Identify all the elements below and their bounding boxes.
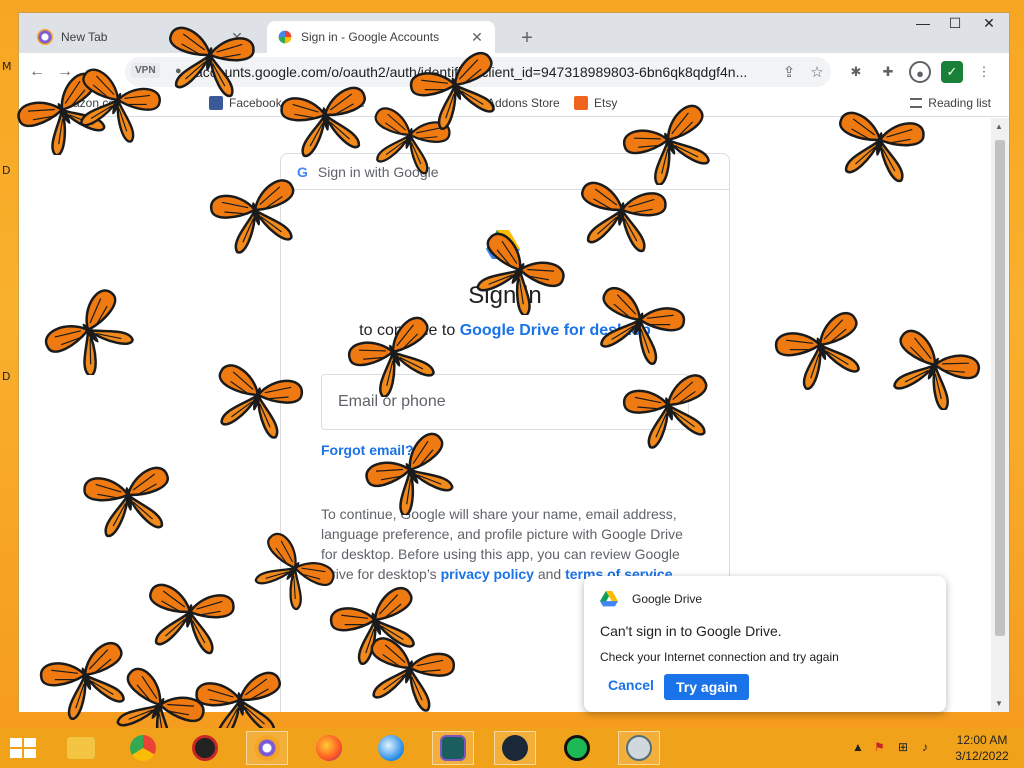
butterfly-decoration bbox=[68, 65, 164, 145]
file-explorer-icon[interactable] bbox=[60, 731, 102, 765]
google-drive-icon bbox=[600, 591, 618, 607]
consent-text: To continue, Google will share your name… bbox=[321, 504, 691, 584]
butterfly-decoration bbox=[771, 308, 870, 390]
butterfly-decoration bbox=[830, 109, 927, 185]
bookmark-star-icon[interactable]: ☆ bbox=[803, 63, 831, 81]
bookmark-etsy[interactable]: Etsy bbox=[574, 96, 617, 110]
extensions-puzzle-icon[interactable]: ✚ bbox=[877, 61, 899, 83]
thunderbird-icon[interactable] bbox=[370, 731, 412, 765]
steam-icon[interactable] bbox=[494, 731, 536, 765]
scroll-up-icon[interactable]: ▲ bbox=[995, 122, 1003, 131]
close-window-button[interactable]: ✕ bbox=[973, 15, 1005, 37]
maximize-button[interactable]: ☐ bbox=[939, 15, 971, 37]
scroll-down-icon[interactable]: ▼ bbox=[995, 699, 1003, 708]
butterfly-decoration bbox=[590, 283, 689, 365]
network-icon[interactable]: ⊞ bbox=[898, 740, 908, 754]
butterfly-decoration bbox=[160, 24, 257, 100]
try-again-button[interactable]: Try again bbox=[664, 674, 750, 700]
butterfly-decoration bbox=[40, 285, 138, 375]
butterfly-decoration bbox=[361, 428, 460, 515]
system-clock[interactable]: 12:00 AM 3/12/2022 bbox=[952, 732, 1012, 764]
notification-header: Google Drive bbox=[600, 591, 702, 607]
google-favicon-icon bbox=[278, 30, 292, 44]
vpn-app-icon[interactable] bbox=[432, 731, 474, 765]
volume-icon[interactable]: ♪ bbox=[922, 740, 928, 754]
privacy-policy-link[interactable]: privacy policy bbox=[441, 566, 534, 582]
notification-body: Check your Internet connection and try a… bbox=[600, 650, 839, 664]
flag-icon[interactable]: ⚑ bbox=[874, 740, 885, 754]
avast-browser-icon[interactable] bbox=[246, 731, 288, 765]
notification-title: Can't sign in to Google Drive. bbox=[600, 623, 782, 639]
new-tab-button[interactable]: + bbox=[515, 27, 539, 50]
scroll-thumb[interactable] bbox=[995, 140, 1005, 636]
butterfly-decoration bbox=[208, 361, 306, 440]
taskbar: ▲ ⚑ ⊞ ♪ 12:00 AM 3/12/2022 bbox=[0, 728, 1024, 768]
minimize-button[interactable]: — bbox=[907, 15, 939, 37]
desktop-icon-label-3: D bbox=[2, 370, 11, 383]
butterfly-decoration bbox=[470, 228, 569, 315]
butterfly-decoration bbox=[344, 313, 443, 397]
butterfly-decoration bbox=[885, 326, 984, 410]
consent-and: and bbox=[537, 566, 562, 582]
windows-start-icon[interactable] bbox=[10, 738, 36, 758]
spotify-icon[interactable] bbox=[556, 731, 598, 765]
desktop-icon-label-1: M bbox=[2, 60, 12, 73]
shield-check-icon[interactable]: ✓ bbox=[941, 61, 963, 83]
reading-list-label: Reading list bbox=[928, 96, 991, 110]
butterfly-decoration bbox=[207, 176, 305, 255]
chrome-menu-icon[interactable]: ⋮ bbox=[973, 61, 995, 83]
chrome-icon[interactable] bbox=[122, 731, 164, 765]
drive-notification: Google Drive Can't sign in to Google Dri… bbox=[584, 576, 946, 712]
butterfly-decoration bbox=[620, 371, 718, 450]
game-launcher-icon[interactable] bbox=[184, 731, 226, 765]
vertical-scrollbar[interactable]: ▲ ▼ bbox=[991, 118, 1009, 712]
etsy-icon bbox=[574, 96, 588, 110]
desktop-icon-label-2: D bbox=[2, 164, 11, 177]
notification-app-name: Google Drive bbox=[632, 592, 703, 606]
bookmark-label: Etsy bbox=[594, 96, 618, 110]
clock-date: 3/12/2022 bbox=[955, 749, 1009, 763]
butterfly-decoration bbox=[140, 581, 237, 657]
extension-icon[interactable]: ✱ bbox=[845, 61, 867, 83]
network-app-icon[interactable] bbox=[618, 731, 660, 765]
share-icon[interactable]: ⇪ bbox=[775, 63, 803, 81]
butterfly-decoration bbox=[406, 48, 505, 130]
cancel-button[interactable]: Cancel bbox=[608, 677, 654, 693]
butterfly-decoration bbox=[81, 464, 178, 540]
butterfly-decoration bbox=[360, 634, 458, 713]
new-tab-favicon-icon bbox=[37, 29, 53, 45]
clock-time: 12:00 AM bbox=[956, 733, 1008, 747]
tray-overflow-icon[interactable]: ▲ bbox=[852, 740, 864, 754]
butterfly-decoration bbox=[619, 101, 718, 185]
firefox-icon[interactable] bbox=[308, 731, 350, 765]
profile-icon[interactable]: ● bbox=[909, 61, 931, 83]
